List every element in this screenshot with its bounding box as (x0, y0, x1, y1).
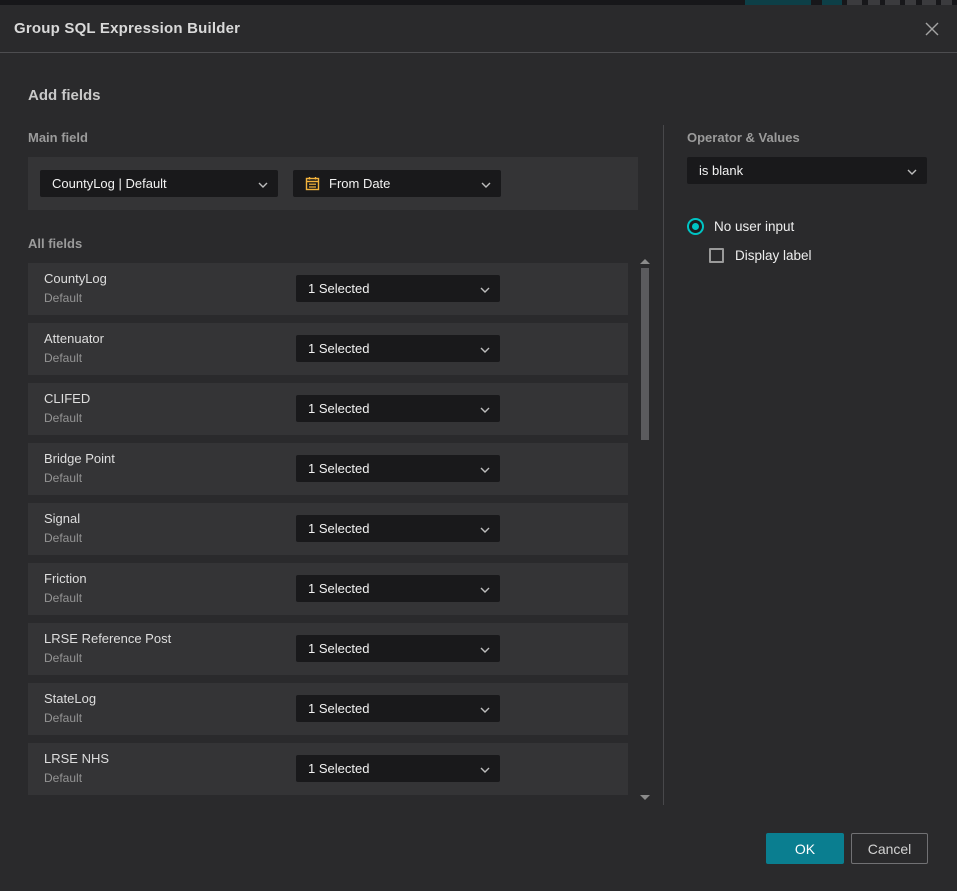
field-name: CountyLog (44, 271, 107, 286)
field-row: StateLog Default 1 Selected (28, 683, 628, 735)
field-selected-value: 1 Selected (308, 461, 472, 476)
main-field-source-value: CountyLog | Default (52, 176, 250, 191)
field-selected-value: 1 Selected (308, 761, 472, 776)
chevron-down-icon (907, 162, 917, 180)
field-subtitle: Default (44, 531, 82, 545)
operator-value: is blank (699, 163, 899, 178)
main-field-heading: Main field (28, 130, 88, 145)
chevron-down-icon (481, 175, 491, 193)
field-name: StateLog (44, 691, 96, 706)
chevron-down-icon (480, 580, 490, 598)
radio-selected-icon (687, 218, 704, 235)
field-selected-dropdown[interactable]: 1 Selected (296, 515, 500, 542)
scrollbar-down-arrow[interactable] (640, 795, 650, 800)
field-selected-value: 1 Selected (308, 521, 472, 536)
no-user-input-label: No user input (714, 219, 794, 234)
field-subtitle: Default (44, 411, 82, 425)
field-name: Bridge Point (44, 451, 115, 466)
field-selected-dropdown[interactable]: 1 Selected (296, 455, 500, 482)
field-row: Signal Default 1 Selected (28, 503, 628, 555)
dialog-header: Group SQL Expression Builder (0, 5, 957, 53)
field-name: Friction (44, 571, 87, 586)
field-selected-value: 1 Selected (308, 581, 472, 596)
cancel-button[interactable]: Cancel (851, 833, 928, 864)
display-label-checkbox[interactable]: Display label (709, 248, 812, 263)
field-row: LRSE Reference Post Default 1 Selected (28, 623, 628, 675)
no-user-input-radio[interactable]: No user input (687, 218, 794, 235)
dialog-title: Group SQL Expression Builder (14, 5, 240, 53)
field-subtitle: Default (44, 471, 82, 485)
field-name: Attenuator (44, 331, 104, 346)
field-row: Bridge Point Default 1 Selected (28, 443, 628, 495)
field-row: CLIFED Default 1 Selected (28, 383, 628, 435)
field-row: CountyLog Default 1 Selected (28, 263, 628, 315)
ok-button[interactable]: OK (766, 833, 844, 864)
date-field-icon (305, 176, 320, 191)
screen: Group SQL Expression Builder Add fields … (0, 0, 957, 891)
field-row: Friction Default 1 Selected (28, 563, 628, 615)
field-subtitle: Default (44, 651, 82, 665)
all-fields-heading: All fields (28, 236, 82, 251)
field-selected-value: 1 Selected (308, 341, 472, 356)
field-selected-dropdown[interactable]: 1 Selected (296, 635, 500, 662)
field-selected-dropdown[interactable]: 1 Selected (296, 275, 500, 302)
main-field-date-dropdown[interactable]: From Date (293, 170, 501, 197)
field-selected-dropdown[interactable]: 1 Selected (296, 575, 500, 602)
field-selected-dropdown[interactable]: 1 Selected (296, 395, 500, 422)
chevron-down-icon (480, 640, 490, 658)
field-subtitle: Default (44, 291, 82, 305)
field-subtitle: Default (44, 771, 82, 785)
panel-divider (663, 125, 664, 805)
main-field-date-value: From Date (329, 176, 473, 191)
chevron-down-icon (480, 520, 490, 538)
main-field-panel: CountyLog | Default From Date (28, 157, 638, 210)
field-row: Attenuator Default 1 Selected (28, 323, 628, 375)
field-name: CLIFED (44, 391, 90, 406)
chevron-down-icon (258, 175, 268, 193)
field-subtitle: Default (44, 351, 82, 365)
chevron-down-icon (480, 760, 490, 778)
chevron-down-icon (480, 400, 490, 418)
field-selected-value: 1 Selected (308, 281, 472, 296)
field-selected-dropdown[interactable]: 1 Selected (296, 335, 500, 362)
close-icon[interactable] (920, 17, 944, 41)
field-subtitle: Default (44, 711, 82, 725)
field-subtitle: Default (44, 591, 82, 605)
field-selected-dropdown[interactable]: 1 Selected (296, 695, 500, 722)
scrollbar-up-arrow[interactable] (640, 259, 650, 264)
field-selected-value: 1 Selected (308, 401, 472, 416)
chevron-down-icon (480, 700, 490, 718)
chevron-down-icon (480, 340, 490, 358)
field-selected-value: 1 Selected (308, 641, 472, 656)
operator-values-heading: Operator & Values (687, 130, 800, 145)
display-label-label: Display label (735, 248, 812, 263)
operator-dropdown[interactable]: is blank (687, 157, 927, 184)
chevron-down-icon (480, 280, 490, 298)
add-fields-heading: Add fields (28, 87, 101, 104)
chevron-down-icon (480, 460, 490, 478)
checkbox-unchecked-icon (709, 248, 724, 263)
main-field-source-dropdown[interactable]: CountyLog | Default (40, 170, 278, 197)
all-fields-list: CountyLog Default 1 Selected Attenuator … (28, 263, 628, 803)
field-row: LRSE NHS Default 1 Selected (28, 743, 628, 795)
field-name: LRSE Reference Post (44, 631, 171, 646)
scrollbar-thumb[interactable] (641, 268, 649, 440)
field-selected-value: 1 Selected (308, 701, 472, 716)
field-name: LRSE NHS (44, 751, 109, 766)
group-sql-expression-builder-dialog: Group SQL Expression Builder Add fields … (0, 5, 957, 891)
field-name: Signal (44, 511, 80, 526)
field-selected-dropdown[interactable]: 1 Selected (296, 755, 500, 782)
